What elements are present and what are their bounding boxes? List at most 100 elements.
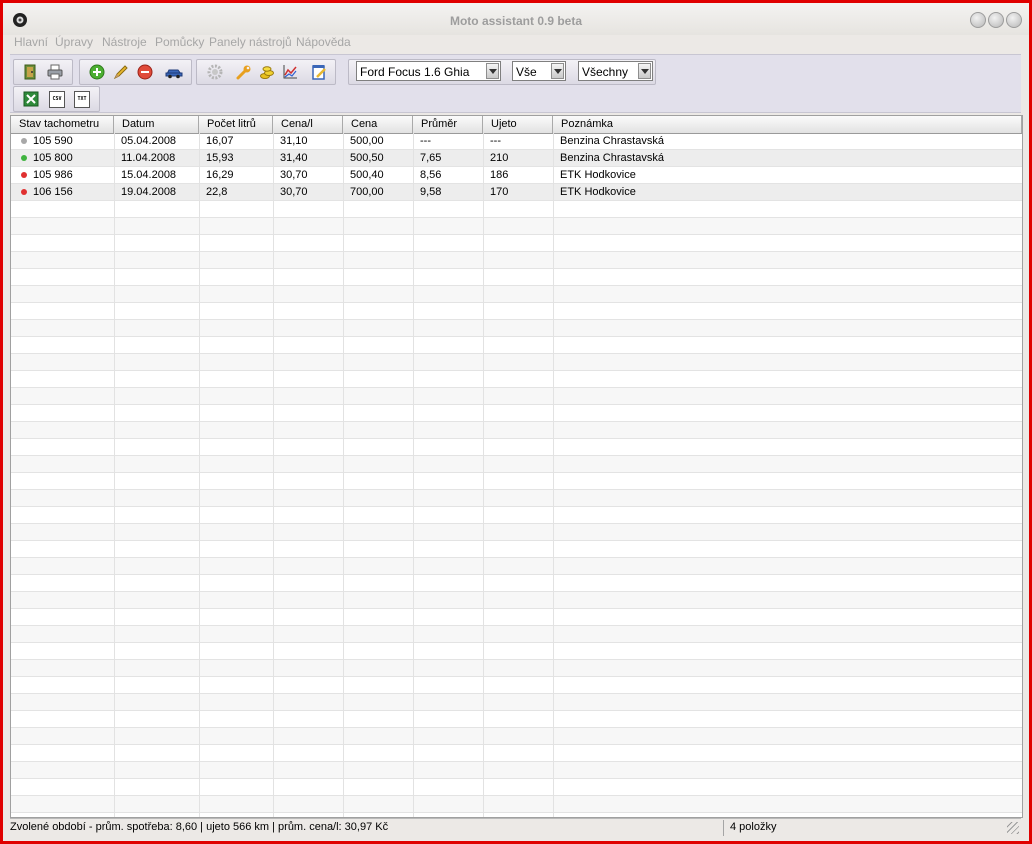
column-divider xyxy=(273,133,274,817)
service-button[interactable] xyxy=(234,62,254,82)
costs-button[interactable] xyxy=(257,62,277,82)
settings-button[interactable] xyxy=(205,62,225,82)
empty-row xyxy=(11,575,1022,592)
empty-row xyxy=(11,456,1022,473)
chevron-down-icon[interactable] xyxy=(638,63,651,79)
menu-upravy[interactable]: Úpravy xyxy=(55,35,93,49)
empty-row xyxy=(11,371,1022,388)
col-header-ujeto[interactable]: Ujeto xyxy=(483,116,553,133)
col-header-poznamka[interactable]: Poznámka xyxy=(553,116,1022,133)
table-row[interactable]: 105 590 05.04.2008 16,07 31,10 500,00 --- --- B… xyxy=(11,133,1022,150)
table-cell: ETK Hodkovice xyxy=(560,169,636,181)
chart-button[interactable] xyxy=(280,62,300,82)
print-button[interactable] xyxy=(45,62,65,82)
pencil-icon xyxy=(113,65,128,80)
column-divider xyxy=(553,133,554,817)
col-header-datum[interactable]: Datum xyxy=(114,116,199,133)
table-cell: 05.04.2008 xyxy=(121,135,177,147)
table-cell: Benzina Chrastavská xyxy=(560,152,664,164)
minimize-button[interactable] xyxy=(970,12,986,28)
table-cell: 500,00 xyxy=(350,135,384,147)
col-header-cena[interactable]: Cena xyxy=(343,116,413,133)
table-cell: 105 800 xyxy=(33,152,73,164)
vehicle-button[interactable] xyxy=(164,62,184,82)
table-row[interactable]: 105 800 11.04.2008 15,93 31,40 500,50 7,65 210… xyxy=(11,150,1022,167)
empty-row xyxy=(11,609,1022,626)
add-record-button[interactable] xyxy=(87,62,107,82)
empty-row xyxy=(11,269,1022,286)
delete-record-button[interactable] xyxy=(135,62,155,82)
txt-file-icon: TXT xyxy=(74,90,90,108)
maximize-button[interactable] xyxy=(988,12,1004,28)
gear-icon xyxy=(207,64,223,80)
title-bar: Moto assistant 0.9 beta xyxy=(3,3,1029,35)
table-cell: 19.04.2008 xyxy=(121,186,177,198)
table-cell: 105 986 xyxy=(33,169,73,181)
table-cell: 170 xyxy=(490,186,509,198)
vehicle-select[interactable]: Ford Focus 1.6 Ghia xyxy=(356,61,501,81)
empty-row xyxy=(11,592,1022,609)
close-button[interactable] xyxy=(1006,12,1022,28)
table-cell: 30,70 xyxy=(280,169,308,181)
table-cell: 11.04.2008 xyxy=(121,152,176,164)
empty-row xyxy=(11,762,1022,779)
toolbar-area: Ford Focus 1.6 Ghia Vše Všechny CSV TXT xyxy=(10,54,1021,113)
empty-row xyxy=(11,694,1022,711)
notepad-icon xyxy=(312,65,326,80)
table-row[interactable]: 106 156 19.04.2008 22,8 30,70 700,00 9,58 170 E… xyxy=(11,184,1022,201)
window-title: Moto assistant 0.9 beta xyxy=(449,14,583,28)
empty-row xyxy=(11,796,1022,813)
table-cell: --- xyxy=(420,135,431,147)
empty-row xyxy=(11,643,1022,660)
menu-napoveda[interactable]: Nápověda xyxy=(296,35,351,49)
table-cell: 210 xyxy=(490,152,509,164)
empty-row xyxy=(11,711,1022,728)
status-dot-icon xyxy=(21,189,27,195)
menu-panely-nastroju[interactable]: Panely nástrojů xyxy=(209,35,292,49)
export-txt-button[interactable]: TXT xyxy=(72,89,92,109)
table-row[interactable]: 105 986 15.04.2008 16,29 30,70 500,40 8,56 186… xyxy=(11,167,1022,184)
empty-row xyxy=(11,660,1022,677)
empty-row xyxy=(11,439,1022,456)
empty-row xyxy=(11,201,1022,218)
exit-button[interactable] xyxy=(20,62,40,82)
app-window: Moto assistant 0.9 beta Hlavní Úpravy Ná… xyxy=(0,0,1032,844)
table-cell: 9,58 xyxy=(420,186,442,198)
edit-record-button[interactable] xyxy=(111,62,131,82)
col-header-prumer[interactable]: Průměr xyxy=(413,116,483,133)
column-divider xyxy=(114,133,115,817)
column-divider xyxy=(413,133,414,817)
chevron-down-icon[interactable] xyxy=(551,63,564,79)
wrench-icon xyxy=(236,65,251,80)
col-header-cena-l[interactable]: Cena/l xyxy=(273,116,343,133)
table-cell: 7,65 xyxy=(420,152,442,164)
col-header-stav-tachometru[interactable]: Stav tachometru xyxy=(11,116,114,133)
excel-icon xyxy=(23,91,39,107)
table-cell: 31,10 xyxy=(280,135,308,147)
period-select[interactable]: Vše xyxy=(512,61,566,81)
empty-row xyxy=(11,558,1022,575)
notes-button[interactable] xyxy=(309,62,329,82)
menu-nastroje[interactable]: Nástroje xyxy=(102,35,147,49)
chevron-down-icon[interactable] xyxy=(486,63,499,79)
table-cell: 30,70 xyxy=(280,186,308,198)
export-excel-button[interactable] xyxy=(21,89,41,109)
table-cell: 16,07 xyxy=(206,135,234,147)
column-divider xyxy=(343,133,344,817)
table-cell: ETK Hodkovice xyxy=(560,186,636,198)
table-cell: 16,29 xyxy=(206,169,234,181)
status-dot-icon xyxy=(21,155,27,161)
filter-select[interactable]: Všechny xyxy=(578,61,653,81)
col-header-pocet-litru[interactable]: Počet litrů xyxy=(199,116,273,133)
export-csv-button[interactable]: CSV xyxy=(47,89,67,109)
empty-row xyxy=(11,354,1022,371)
resize-grip-icon[interactable] xyxy=(1007,822,1019,834)
period-select-value: Vše xyxy=(516,65,537,79)
empty-row xyxy=(11,303,1022,320)
table-cell: Benzina Chrastavská xyxy=(560,135,664,147)
menu-hlavni[interactable]: Hlavní xyxy=(14,35,48,49)
menu-pomucky[interactable]: Pomůcky xyxy=(155,35,204,49)
menu-bar: Hlavní Úpravy Nástroje Pomůcky Panely ná… xyxy=(3,35,1029,53)
empty-row xyxy=(11,779,1022,796)
csv-file-icon: CSV xyxy=(49,90,65,108)
